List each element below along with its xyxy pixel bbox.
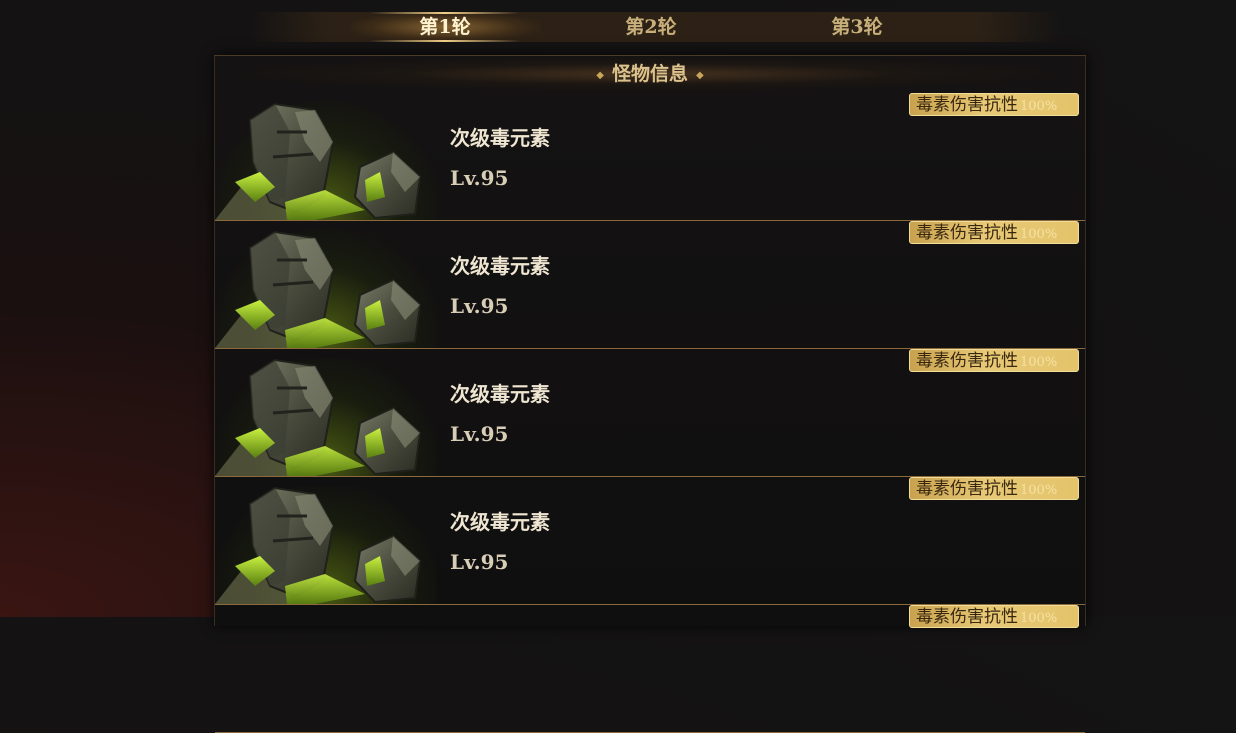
diamond-ornament-icon: ◆ <box>696 70 704 81</box>
tab-round-1[interactable]: 第1轮 <box>350 12 540 42</box>
monster-info-panel: ◆ 怪物信息 ◆ 次级毒元素 Lv.95 毒素伤害抗性 100% 次级毒元素 Lv.95 毒素… <box>214 55 1086 733</box>
monster-level: Lv.95 <box>450 550 509 574</box>
diamond-ornament-icon: ◆ <box>596 70 604 81</box>
monster-level: Lv.95 <box>450 166 509 190</box>
monster-name: 次级毒元素 <box>450 126 550 150</box>
resistance-value: 100% <box>1020 483 1058 498</box>
resistance-badge: 毒素伤害抗性 100% <box>909 93 1079 116</box>
tab-round-3[interactable]: 第3轮 <box>762 12 952 42</box>
tab-round-2[interactable]: 第2轮 <box>556 12 746 42</box>
monster-level: Lv.95 <box>450 294 509 318</box>
resistance-badge: 毒素伤害抗性 100% <box>909 221 1079 244</box>
round-tab-bar: 第1轮 第2轮 第3轮 <box>250 12 1060 42</box>
resistance-value: 100% <box>1020 611 1058 626</box>
monster-name: 次级毒元素 <box>450 254 550 278</box>
resistance-label: 毒素伤害抗性 <box>916 95 1018 115</box>
resistance-label: 毒素伤害抗性 <box>916 607 1018 627</box>
resistance-badge: 毒素伤害抗性 100% <box>909 477 1079 500</box>
monster-name: 次级毒元素 <box>450 510 550 534</box>
resistance-value: 100% <box>1020 227 1058 242</box>
monster-row: 次级毒元素 Lv.95 毒素伤害抗性 100% <box>215 476 1085 605</box>
resistance-value: 100% <box>1020 355 1058 370</box>
resistance-label: 毒素伤害抗性 <box>916 351 1018 371</box>
monster-row: 次级毒元素 Lv.95 毒素伤害抗性 100% <box>215 220 1085 349</box>
monster-level: Lv.95 <box>450 422 509 446</box>
resistance-label: 毒素伤害抗性 <box>916 479 1018 499</box>
monster-row: 次级毒元素 Lv.95 毒素伤害抗性 100% <box>215 92 1085 221</box>
monster-portrait <box>215 102 437 220</box>
monster-row: 次级毒元素 Lv.95 毒素伤害抗性 100% <box>215 348 1085 477</box>
panel-title: 怪物信息 <box>611 63 688 85</box>
monster-portrait <box>215 486 437 604</box>
monster-name: 次级毒元素 <box>450 382 550 406</box>
resistance-label: 毒素伤害抗性 <box>916 223 1018 243</box>
resistance-badge: 毒素伤害抗性 100% <box>909 349 1079 372</box>
monster-portrait <box>215 230 437 348</box>
monster-portrait <box>215 358 437 476</box>
monster-row: 毒素伤害抗性 100% <box>215 604 1085 733</box>
resistance-value: 100% <box>1020 99 1058 114</box>
panel-header: ◆ 怪物信息 ◆ <box>215 56 1085 92</box>
